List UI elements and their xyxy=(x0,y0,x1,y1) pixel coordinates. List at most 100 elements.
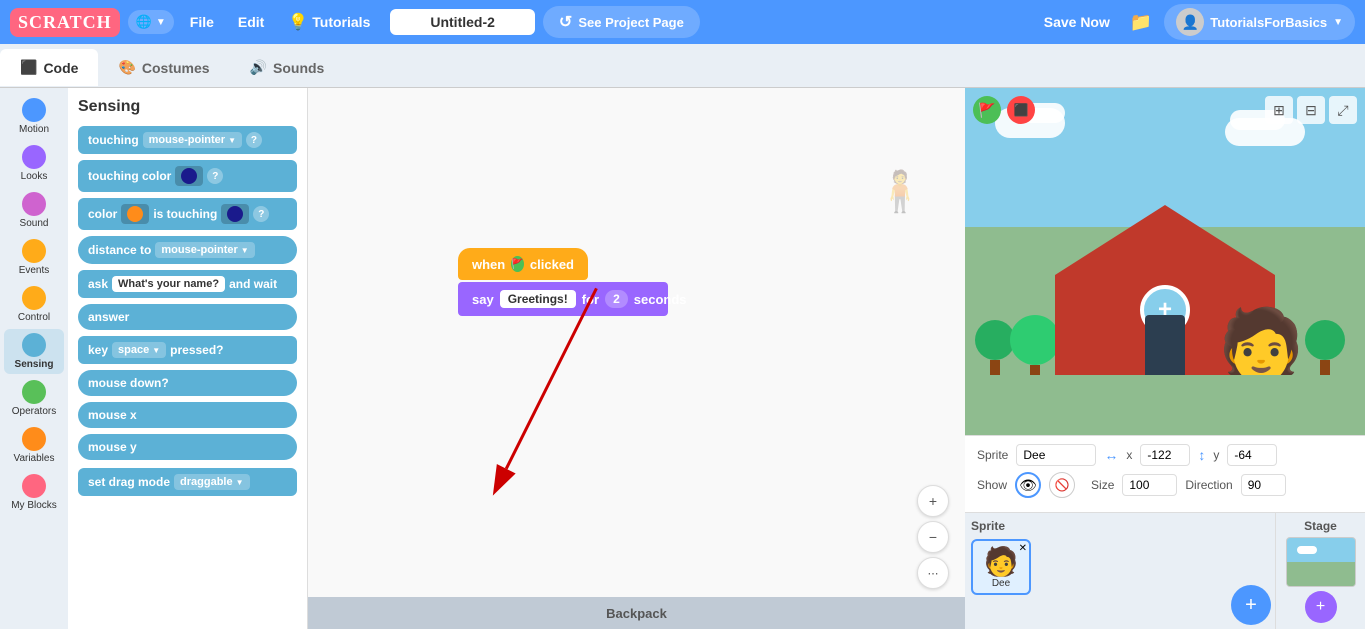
language-selector[interactable]: 🌐 ▼ xyxy=(128,10,174,34)
stop-button[interactable]: ⬛ xyxy=(1007,96,1035,124)
category-motion-label: Motion xyxy=(19,124,49,135)
sprite-thumb-image: 🧑 xyxy=(984,545,1019,578)
smaller-stage-btn[interactable]: ⊞ xyxy=(1265,96,1293,124)
key-dropdown[interactable]: space ▼ xyxy=(112,342,166,358)
sprite-thumb-dee[interactable]: ✕ 🧑 Dee xyxy=(971,539,1031,595)
zoom-out-btn[interactable]: − xyxy=(917,521,949,553)
see-project-page-btn[interactable]: ↺ See Project Page xyxy=(543,6,700,38)
tab-costumes[interactable]: 🎨 Costumes xyxy=(98,49,229,86)
color-swatch-blue2 xyxy=(227,206,243,222)
user-menu[interactable]: 👤 TutorialsForBasics ▼ xyxy=(1164,4,1355,40)
username-label: TutorialsForBasics xyxy=(1210,15,1327,30)
category-sound-label: Sound xyxy=(20,218,49,229)
say-text-input[interactable]: Greetings! xyxy=(500,290,576,308)
touching-dropdown[interactable]: mouse-pointer ▼ xyxy=(143,132,242,148)
right-panel: 🧑 🚩 ⬛ ⊞ ⊟ ⤢ Sprite ↔ x xyxy=(965,88,1365,629)
block-answer[interactable]: answer xyxy=(78,304,297,330)
say-block[interactable]: say Greetings! for 2 seconds xyxy=(458,282,668,316)
show-hidden-btn[interactable]: 🚫 xyxy=(1049,472,1075,498)
scratch-logo[interactable]: SCRATCH xyxy=(10,8,120,37)
drag-dropdown[interactable]: draggable ▼ xyxy=(174,474,250,490)
category-looks[interactable]: Looks xyxy=(4,141,64,186)
category-events[interactable]: Events xyxy=(4,235,64,280)
key-arrow: ▼ xyxy=(152,346,160,355)
block-stack[interactable]: when 🚩 clicked say Greetings! for 2 seco… xyxy=(458,248,668,316)
save-now-btn[interactable]: Save Now xyxy=(1036,10,1118,34)
event-block[interactable]: when 🚩 clicked xyxy=(458,248,588,280)
fullscreen-btn[interactable]: ⤢ xyxy=(1329,96,1357,124)
category-control[interactable]: Control xyxy=(4,282,64,327)
show-label: Show xyxy=(977,478,1007,492)
sprite-delete-btn[interactable]: ✕ xyxy=(1019,543,1027,554)
category-sensing[interactable]: Sensing xyxy=(4,329,64,374)
stage-thumb-pane: Stage + xyxy=(1275,513,1365,629)
project-title-input[interactable]: Untitled-2 xyxy=(390,9,535,35)
canvas-area[interactable]: 🧍 when 🚩 clicked say Greetings! for 2 se… xyxy=(308,88,965,629)
block-ask-wait[interactable]: ask What's your name? and wait xyxy=(78,270,297,298)
myblocks-circle xyxy=(22,474,46,498)
folder-icon[interactable]: 📁 xyxy=(1126,8,1156,37)
color-touching-help[interactable]: ? xyxy=(253,206,269,222)
bigger-stage-btn[interactable]: ⊟ xyxy=(1297,96,1325,124)
green-flag-button[interactable]: 🚩 xyxy=(973,96,1001,124)
size-input[interactable] xyxy=(1122,474,1177,496)
add-backdrop-btn[interactable]: + xyxy=(1305,591,1337,623)
show-visible-btn[interactable]: 👁 xyxy=(1015,472,1041,498)
sprite-name-input[interactable] xyxy=(1016,444,1096,466)
category-motion[interactable]: Motion xyxy=(4,94,64,139)
block-key-pressed[interactable]: key space ▼ pressed? xyxy=(78,336,297,364)
sprites-title-row: Sprite xyxy=(971,519,1221,533)
category-control-label: Control xyxy=(18,312,50,323)
sensing-panel: Sensing touching mouse-pointer ▼ ? touch… xyxy=(68,88,308,629)
touching-help[interactable]: ? xyxy=(246,132,262,148)
y-input[interactable] xyxy=(1227,444,1277,466)
ask-input[interactable]: What's your name? xyxy=(112,276,225,292)
category-sound[interactable]: Sound xyxy=(4,188,64,233)
color-left-swatch[interactable] xyxy=(121,204,149,224)
category-variables[interactable]: Variables xyxy=(4,423,64,468)
add-sprite-btn[interactable]: + xyxy=(1231,585,1271,625)
block-touching-color[interactable]: touching color ? xyxy=(78,160,297,192)
file-menu[interactable]: File xyxy=(182,10,222,34)
zoom-controls: + − ⋯ xyxy=(917,485,949,589)
block-mouse-down[interactable]: mouse down? xyxy=(78,370,297,396)
sprite-info-row1: Sprite ↔ x ↕ y xyxy=(977,444,1353,466)
stage-thumbnail[interactable] xyxy=(1286,537,1356,587)
direction-input[interactable] xyxy=(1241,474,1286,496)
color-right-swatch[interactable] xyxy=(221,204,249,224)
category-events-label: Events xyxy=(19,265,50,276)
sensing-title: Sensing xyxy=(78,98,297,116)
distance-dropdown[interactable]: mouse-pointer ▼ xyxy=(155,242,254,258)
say-num-input[interactable]: 2 xyxy=(605,290,628,308)
touching-color-swatch[interactable] xyxy=(175,166,203,186)
variables-circle xyxy=(22,427,46,451)
block-touching[interactable]: touching mouse-pointer ▼ ? xyxy=(78,126,297,154)
backpack-bar[interactable]: Backpack xyxy=(308,597,965,629)
direction-label: Direction xyxy=(1185,478,1232,492)
touching-color-help[interactable]: ? xyxy=(207,168,223,184)
edit-menu[interactable]: Edit xyxy=(230,10,272,34)
block-distance-to[interactable]: distance to mouse-pointer ▼ xyxy=(78,236,297,264)
category-myblocks[interactable]: My Blocks xyxy=(4,470,64,515)
block-mouse-x[interactable]: mouse x xyxy=(78,402,297,428)
size-label: Size xyxy=(1091,478,1114,492)
tab-code[interactable]: ⬛ Code xyxy=(0,49,98,86)
costumes-icon: 🎨 xyxy=(118,59,135,76)
sprite-info-panel: Sprite ↔ x ↕ y Show 👁 🚫 Size Directi xyxy=(965,435,1365,512)
touching-arrow: ▼ xyxy=(228,136,236,145)
stage-controls: 🚩 ⬛ xyxy=(973,96,1035,124)
x-input[interactable] xyxy=(1140,444,1190,466)
block-set-drag[interactable]: set drag mode draggable ▼ xyxy=(78,468,297,496)
ground xyxy=(965,375,1365,435)
block-color-touching[interactable]: color is touching ? xyxy=(78,198,297,230)
tutorials-btn[interactable]: 💡 Tutorials xyxy=(280,8,378,36)
arrow-y-icon: ↕ xyxy=(1198,447,1205,463)
zoom-reset-btn[interactable]: ⋯ xyxy=(917,557,949,589)
block-mouse-y[interactable]: mouse y xyxy=(78,434,297,460)
stage-area: 🧑 🚩 ⬛ ⊞ ⊟ ⤢ xyxy=(965,88,1365,435)
zoom-in-btn[interactable]: + xyxy=(917,485,949,517)
category-sensing-label: Sensing xyxy=(15,359,54,370)
tree-left xyxy=(975,320,1015,380)
tab-sounds[interactable]: 🔊 Sounds xyxy=(230,49,345,86)
category-operators[interactable]: Operators xyxy=(4,376,64,421)
